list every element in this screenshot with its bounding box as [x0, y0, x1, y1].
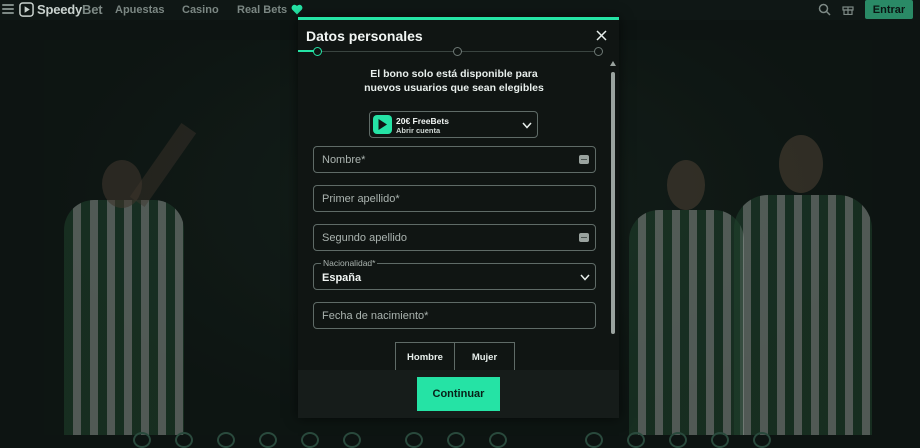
chevron-down-icon [522, 122, 532, 129]
segundo-apellido-field[interactable]: Segundo apellido [313, 224, 596, 251]
chevron-down-icon [580, 274, 590, 281]
hamburger-menu-icon[interactable] [2, 4, 14, 15]
promo-selector[interactable]: 20€ FreeBets Abrir cuenta [369, 111, 538, 138]
nav-real-bets[interactable]: Real Bets [237, 4, 287, 16]
hockey-icon[interactable] [669, 432, 687, 448]
boxing-icon[interactable] [489, 432, 507, 448]
heart-icon [291, 4, 303, 15]
logo-play-icon [19, 2, 34, 17]
logo[interactable]: SpeedyBet [19, 2, 103, 17]
rugby-icon[interactable] [585, 432, 603, 448]
login-button[interactable]: Entrar [865, 0, 913, 19]
step-2-indicator [453, 47, 462, 56]
logo-text: SpeedyBet [37, 2, 103, 17]
nacionalidad-value: España [322, 272, 362, 284]
step-1-indicator [313, 47, 322, 56]
modal-footer: Continuar [298, 370, 619, 418]
nav-apuestas[interactable]: Apuestas [115, 4, 165, 16]
form-scroll-area: El bono solo está disponible para nuevos… [298, 57, 619, 370]
autofill-icon[interactable] [579, 155, 589, 164]
volleyball-icon[interactable] [301, 432, 319, 448]
esports-icon[interactable] [259, 432, 277, 448]
promo-subtitle: Abrir cuenta [396, 126, 441, 135]
promo-title: 20€ FreeBets [396, 116, 449, 126]
basketball-icon[interactable] [217, 432, 235, 448]
modal-title: Datos personales [306, 28, 423, 44]
gender-selector: Hombre Mujer [395, 342, 515, 370]
tennis-icon[interactable] [175, 432, 193, 448]
segundo-apellido-placeholder: Segundo apellido [322, 232, 408, 244]
search-icon[interactable] [818, 3, 831, 16]
bonus-notice: El bono solo está disponible para nuevos… [364, 68, 544, 94]
nacionalidad-label: Nacionalidad* [321, 258, 378, 268]
fecha-nacimiento-placeholder: Fecha de nacimiento* [322, 310, 429, 322]
golf-icon[interactable] [447, 432, 465, 448]
primer-apellido-field[interactable]: Primer apellido* [313, 185, 596, 212]
nacionalidad-select[interactable]: Nacionalidad* España [313, 258, 596, 290]
play-icon [373, 115, 392, 134]
sports-icon-strip [0, 432, 920, 448]
motorsport-icon[interactable] [627, 432, 645, 448]
stepper-track [298, 51, 601, 52]
handball-icon[interactable] [343, 432, 361, 448]
nombre-field[interactable]: Nombre* [313, 146, 596, 173]
step-3-indicator [594, 47, 603, 56]
nombre-placeholder: Nombre* [322, 154, 366, 166]
modal-accent-line [298, 17, 619, 20]
gift-icon[interactable] [842, 3, 854, 15]
autofill-icon[interactable] [579, 233, 589, 242]
close-icon[interactable] [596, 30, 607, 41]
continue-button[interactable]: Continuar [417, 377, 500, 411]
gender-hombre-button[interactable]: Hombre [395, 342, 455, 370]
fecha-nacimiento-field[interactable]: Fecha de nacimiento* [313, 302, 596, 329]
baseball-icon[interactable] [711, 432, 729, 448]
gender-mujer-button[interactable]: Mujer [455, 342, 515, 370]
nav-casino[interactable]: Casino [182, 4, 219, 16]
darts-icon[interactable] [753, 432, 771, 448]
primer-apellido-placeholder: Primer apellido* [322, 193, 400, 205]
football-icon[interactable] [133, 432, 151, 448]
cycling-icon[interactable] [405, 432, 423, 448]
registration-modal: Datos personales El bono solo está dispo… [298, 17, 619, 418]
